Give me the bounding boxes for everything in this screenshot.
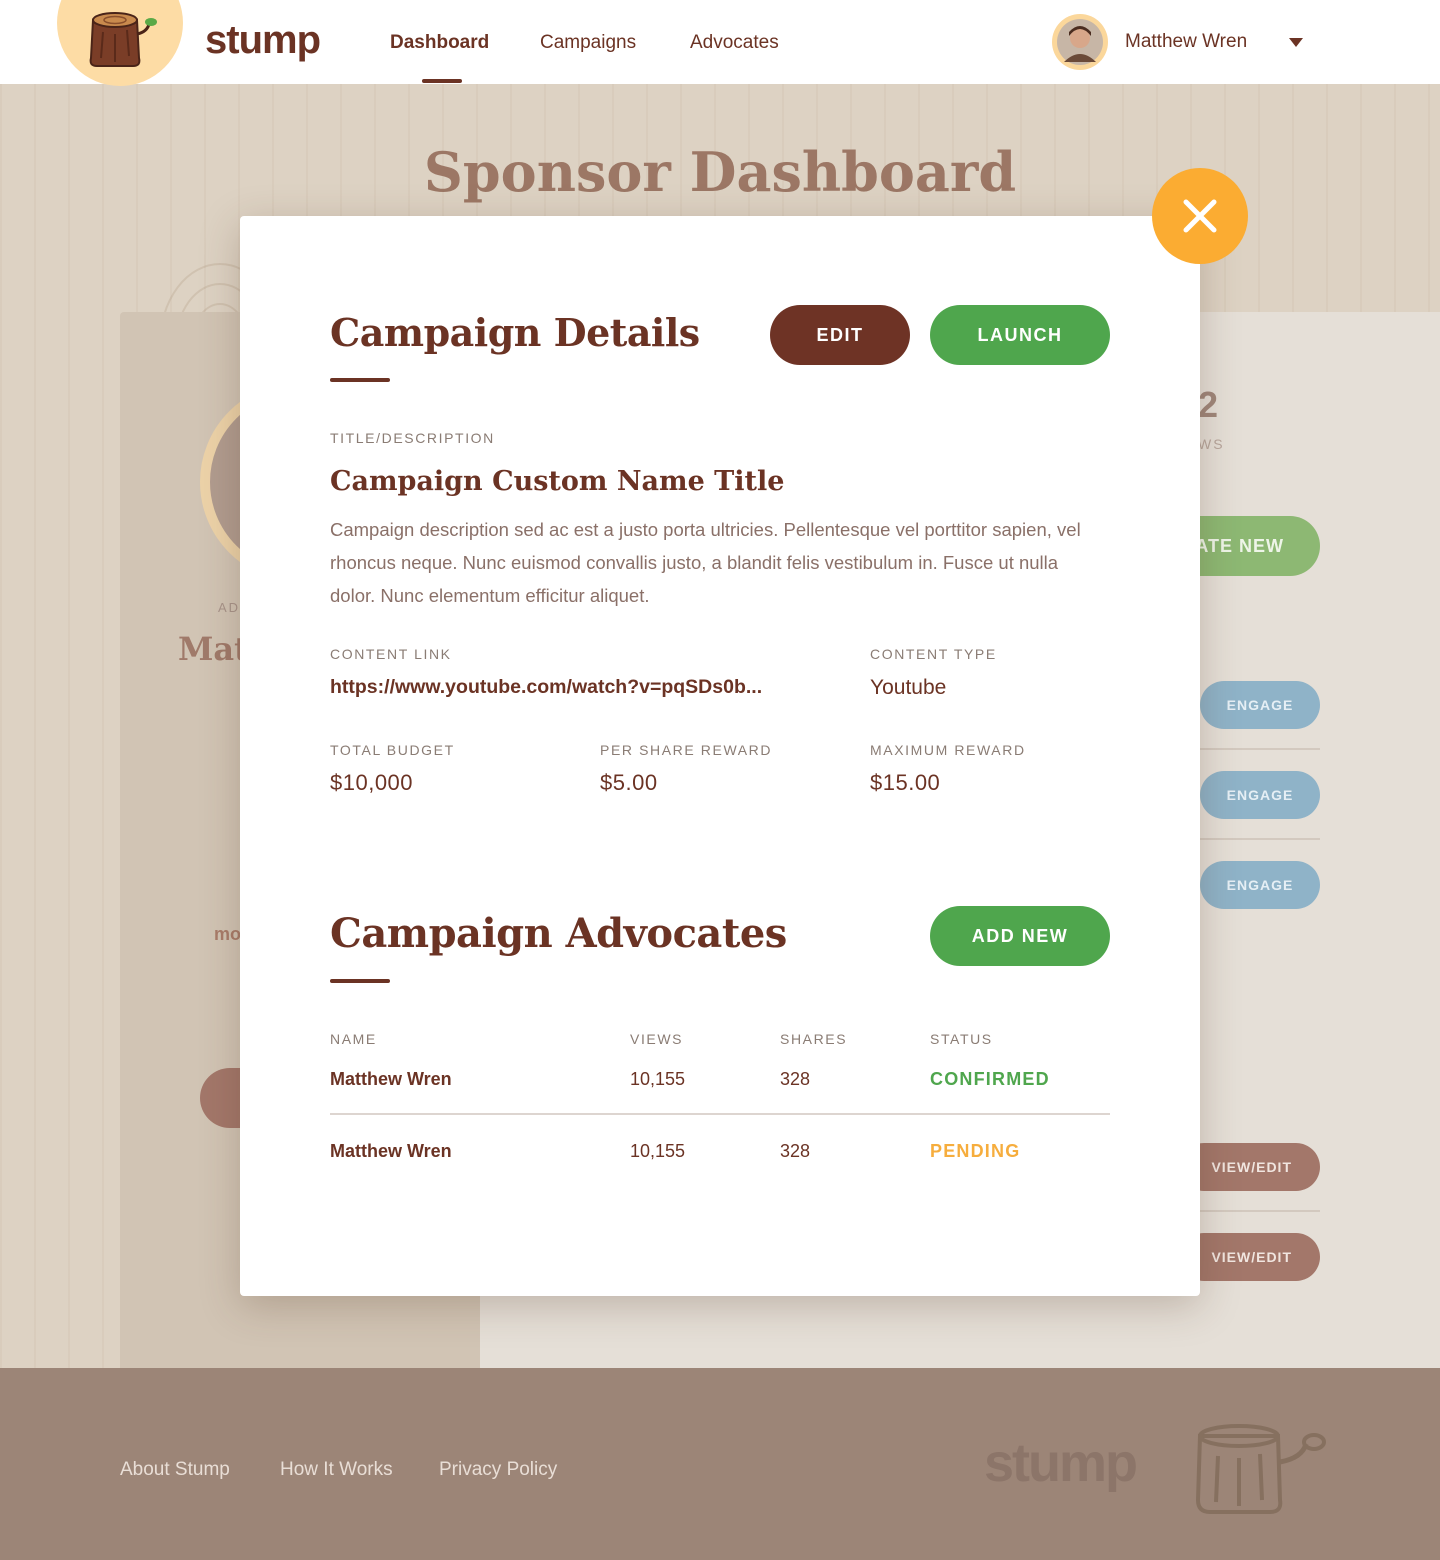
- stump-logo[interactable]: [57, 0, 183, 86]
- campaign-details-title: Campaign Details: [330, 310, 700, 355]
- engage-button[interactable]: ENGAGE: [1200, 771, 1320, 819]
- nav-campaigns[interactable]: Campaigns: [540, 32, 636, 54]
- add-new-advocate-button[interactable]: ADD NEW: [930, 906, 1110, 966]
- advocate-name[interactable]: Matthew Wren: [330, 1069, 452, 1090]
- content-type-value: Youtube: [870, 676, 947, 699]
- status-badge: CONFIRMED: [930, 1069, 1050, 1089]
- active-nav-indicator: [422, 79, 462, 83]
- column-header-status: STATUS: [930, 1031, 993, 1047]
- advocate-shares: 328: [780, 1069, 811, 1089]
- edit-button[interactable]: EDIT: [770, 305, 910, 365]
- chevron-down-icon[interactable]: [1289, 38, 1303, 47]
- campaign-details-modal: Campaign Details EDIT LAUNCH TITLE/DESCR…: [240, 216, 1200, 1296]
- nav-dashboard[interactable]: Dashboard: [390, 32, 489, 54]
- row-divider: [1200, 748, 1320, 750]
- campaign-advocates-title: Campaign Advocates: [330, 910, 787, 957]
- profile-label: AD: [218, 600, 241, 615]
- campaign-name: Campaign Custom Name Title: [330, 466, 785, 497]
- profile-handle: mo: [214, 924, 241, 944]
- close-icon: [1183, 199, 1217, 233]
- row-divider: [1200, 838, 1320, 840]
- content-link-label: CONTENT LINK: [330, 646, 452, 662]
- user-avatar[interactable]: [1052, 14, 1108, 70]
- stat-number: 2: [1198, 384, 1219, 425]
- column-header-name: NAME: [330, 1031, 377, 1047]
- content-link[interactable]: https://www.youtube.com/watch?v=pqSDs0b.…: [330, 676, 762, 699]
- footer: About Stump How It Works Privacy Policy …: [0, 1368, 1440, 1560]
- footer-link-privacy[interactable]: Privacy Policy: [439, 1459, 557, 1481]
- status-badge: PENDING: [930, 1141, 1021, 1161]
- close-modal-button[interactable]: [1152, 168, 1248, 264]
- engage-button[interactable]: ENGAGE: [1200, 861, 1320, 909]
- tree-stump-icon: [89, 12, 157, 67]
- view-edit-button[interactable]: VIEW/EDIT: [1180, 1143, 1320, 1191]
- row-divider: [330, 1113, 1110, 1115]
- user-photo: [1057, 19, 1103, 65]
- advocate-name[interactable]: Matthew Wren: [330, 1141, 452, 1162]
- row-divider: [1200, 1210, 1320, 1212]
- maximum-reward-label: MAXIMUM REWARD: [870, 742, 1026, 758]
- brand-wordmark[interactable]: stump: [205, 18, 321, 63]
- maximum-reward-value: $15.00: [870, 770, 941, 795]
- footer-brand-wordmark: stump: [984, 1433, 1138, 1493]
- footer-link-how-it-works[interactable]: How It Works: [280, 1459, 393, 1481]
- title-description-label: TITLE/DESCRIPTION: [330, 430, 495, 446]
- title-underline: [330, 979, 390, 983]
- engage-button[interactable]: ENGAGE: [1200, 681, 1320, 729]
- total-budget-label: TOTAL BUDGET: [330, 742, 455, 758]
- column-header-views: VIEWS: [630, 1031, 684, 1047]
- title-underline: [330, 378, 390, 382]
- content-type-label: CONTENT TYPE: [870, 646, 997, 662]
- per-share-reward-label: PER SHARE REWARD: [600, 742, 773, 758]
- top-nav-bar: stump Dashboard Campaigns Advocates Matt…: [0, 0, 1440, 86]
- total-budget-value: $10,000: [330, 770, 414, 795]
- campaign-description: Campaign description sed ac est a justo …: [330, 519, 1081, 606]
- stat-label: WS: [1198, 436, 1225, 452]
- launch-button[interactable]: LAUNCH: [930, 305, 1110, 365]
- view-edit-button[interactable]: VIEW/EDIT: [1180, 1233, 1320, 1281]
- advocate-shares: 328: [780, 1141, 811, 1161]
- tree-stump-icon: [1195, 1424, 1326, 1514]
- footer-link-about[interactable]: About Stump: [120, 1459, 230, 1481]
- per-share-reward-value: $5.00: [600, 770, 658, 795]
- profile-name: Mat: [178, 630, 249, 668]
- advocate-views: 10,155: [630, 1069, 686, 1089]
- user-name[interactable]: Matthew Wren: [1125, 31, 1247, 53]
- column-header-shares: SHARES: [780, 1031, 848, 1047]
- nav-advocates[interactable]: Advocates: [690, 32, 779, 54]
- advocate-views: 10,155: [630, 1141, 686, 1161]
